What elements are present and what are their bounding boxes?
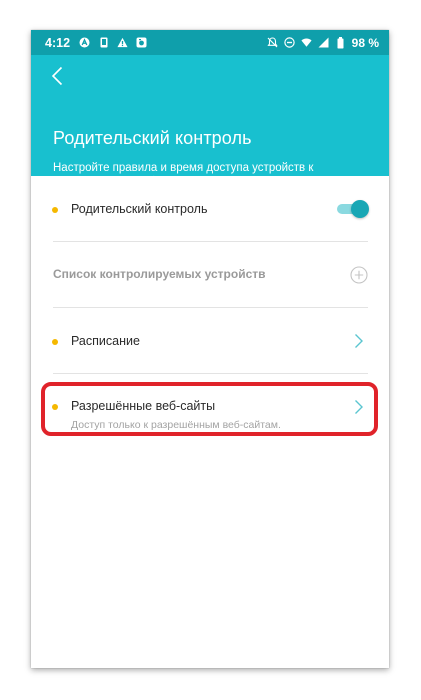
add-device-button[interactable] [350,266,368,284]
image-icon [136,37,147,48]
warning-icon [117,37,128,48]
battery-icon [335,36,346,48]
parental-control-toggle[interactable] [337,200,369,218]
page-title: Родительский контроль [53,128,252,148]
parental-control-row[interactable]: Родительский контроль [31,176,389,242]
status-notification-icons [79,37,147,48]
chevron-left-icon [51,66,63,91]
app-header: Родительский контроль Настройте правила … [31,55,389,188]
do-not-disturb-icon [283,37,295,48]
notifications-off-icon [267,37,278,48]
plus-circle-icon [350,266,368,284]
parental-control-label: Родительский контроль [71,202,208,216]
phone-screen: 4:12 98 % Родительский контроль Настройт… [31,30,389,668]
device-list-row[interactable]: Список контролируемых устройств [31,242,389,308]
status-dot-icon [52,404,58,410]
allowed-sites-description: Доступ только к разрешённым веб-сайтам. [71,419,281,431]
phone-icon [98,37,109,48]
cellular-signal-icon [318,37,329,48]
chevron-right-icon [354,333,364,349]
toggle-knob [351,200,369,218]
app-a-icon [79,37,90,48]
status-bar: 4:12 98 % [31,30,389,55]
schedule-row[interactable]: Расписание [31,308,389,374]
chevron-right-icon [354,399,364,415]
schedule-label: Расписание [71,334,140,348]
device-list-label: Список контролируемых устройств [53,267,266,281]
allowed-sites-row[interactable]: Разрешённые веб-сайты Доступ только к ра… [31,374,389,440]
status-time: 4:12 [45,35,71,50]
wifi-icon [301,37,312,48]
status-dot-icon [52,339,58,345]
back-button[interactable] [45,65,69,91]
status-system-icons: 98 % [267,36,379,50]
battery-percent: 98 % [351,35,379,50]
status-dot-icon [52,207,58,213]
allowed-sites-label: Разрешённые веб-сайты [71,399,216,413]
